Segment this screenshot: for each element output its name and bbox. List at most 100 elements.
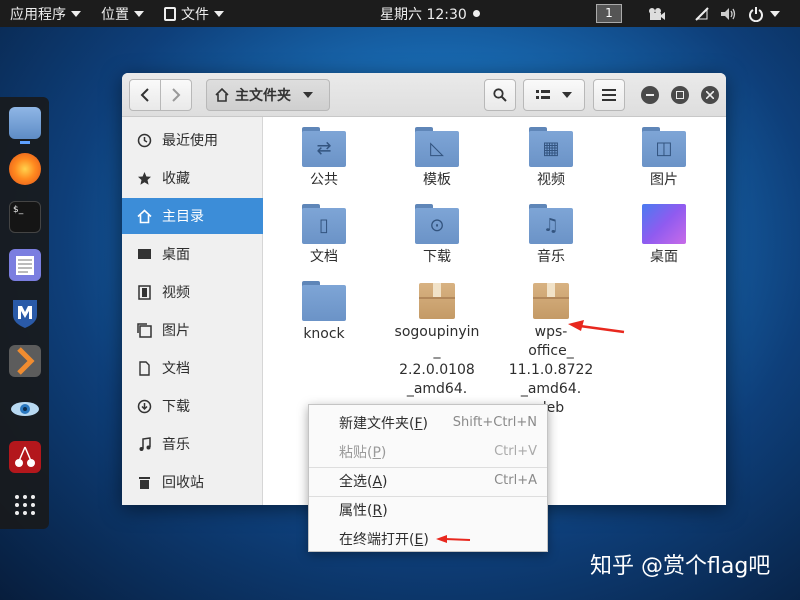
- files-app-icon: [164, 6, 176, 21]
- star-icon: [136, 170, 152, 186]
- menu-item-shortcut: Ctrl+A: [494, 473, 537, 488]
- sidebar-item-downloads[interactable]: 下载: [122, 388, 263, 424]
- annotation-arrow: [568, 320, 625, 334]
- places-menu-label: 位置: [101, 6, 129, 23]
- menu-item-text: 全选(: [339, 473, 373, 490]
- menu-item-label: 属性(R): [339, 502, 388, 519]
- metasploit-icon[interactable]: [9, 297, 41, 329]
- applications-menu[interactable]: 应用程序: [0, 0, 91, 27]
- sidebar-item-trash[interactable]: 回收站: [122, 464, 263, 500]
- header-bar: 主文件夹: [122, 73, 726, 117]
- sidebar-item-videos[interactable]: 视频: [122, 274, 263, 310]
- files-app-menu[interactable]: 文件: [154, 0, 234, 27]
- show-applications-icon[interactable]: [9, 489, 41, 521]
- chevron-down-icon: [71, 10, 81, 17]
- sidebar-item-recent[interactable]: 最近使用: [122, 122, 263, 158]
- menu-item-paste[interactable]: 粘贴(P) Ctrl+V: [309, 437, 547, 466]
- view-options-button[interactable]: [523, 79, 585, 111]
- search-button[interactable]: [484, 79, 516, 111]
- chevron-down-icon: [562, 92, 572, 98]
- sidebar-item-starred[interactable]: 收藏: [122, 160, 263, 196]
- menu-item-text: 属性(: [339, 502, 373, 519]
- maximize-button[interactable]: [671, 86, 689, 104]
- back-button[interactable]: [129, 79, 161, 111]
- menu-item-properties[interactable]: 属性(R): [309, 495, 547, 524]
- film-icon: [136, 284, 152, 300]
- eye-icon[interactable]: [9, 393, 41, 425]
- sidebar-item-home[interactable]: 主目录: [122, 198, 263, 234]
- file-item[interactable]: ⊙ 下载: [387, 204, 487, 267]
- notification-dot-icon: [472, 10, 480, 17]
- running-indicator: [20, 141, 30, 144]
- sidebar: 最近使用 收藏 主目录 桌面 视频 图片 文档 下载 音乐 回收站: [122, 117, 263, 505]
- dock: $_: [0, 97, 49, 529]
- download-icon: [136, 398, 152, 414]
- close-icon: [706, 91, 714, 99]
- minimize-button[interactable]: [641, 86, 659, 104]
- sidebar-item-label: 桌面: [162, 247, 190, 263]
- video-camera-icon[interactable]: [648, 0, 666, 27]
- folder-icon: [302, 281, 346, 321]
- file-name-line: sogoupinyin: [394, 324, 480, 340]
- sidebar-item-label: 视频: [162, 285, 190, 301]
- close-button[interactable]: [701, 86, 719, 104]
- file-item[interactable]: ▦ 视频: [501, 127, 601, 190]
- workspace-indicator[interactable]: 1: [596, 4, 622, 23]
- file-item[interactable]: ▯ 文档: [274, 204, 374, 267]
- file-item[interactable]: ◺ 模板: [387, 127, 487, 190]
- file-item[interactable]: ⇄ 公共: [274, 127, 374, 190]
- template-folder-icon: ◺: [415, 127, 459, 167]
- applications-menu-label: 应用程序: [10, 6, 66, 23]
- path-bar-home[interactable]: 主文件夹: [206, 79, 330, 111]
- image-icon: [136, 322, 152, 338]
- menu-item-mnemonic: P: [372, 444, 381, 461]
- menu-item-new-folder[interactable]: 新建文件夹(F) Shift+Ctrl+N: [309, 408, 547, 437]
- file-name: 文档: [310, 249, 338, 265]
- sidebar-item-music[interactable]: 音乐: [122, 426, 263, 462]
- menu-item-open-in-terminal[interactable]: 在终端打开(E): [309, 524, 547, 553]
- menu-item-mnemonic: F: [414, 415, 423, 432]
- file-name-line: 11.1.0.8722: [508, 362, 594, 378]
- cherrytree-icon[interactable]: [9, 441, 41, 473]
- sidebar-item-pictures[interactable]: 图片: [122, 312, 263, 348]
- menu-item-select-all[interactable]: 全选(A) Ctrl+A: [309, 466, 547, 495]
- clock[interactable]: 星期六 12:30: [380, 0, 480, 27]
- file-item[interactable]: sogoupinyin _ 2.2.0.0108 _amd64.: [387, 281, 487, 399]
- file-item[interactable]: wps- office_ 11.1.0.8722 _amd64. deb: [501, 281, 601, 418]
- file-name: 图片: [650, 172, 678, 188]
- menu-item-text: 新建文件夹(: [339, 415, 415, 432]
- file-item[interactable]: ♫ 音乐: [501, 204, 601, 267]
- file-item[interactable]: ◫ 图片: [614, 127, 714, 190]
- music-icon: [136, 436, 152, 452]
- music-folder-icon: ♫: [529, 204, 573, 244]
- menu-item-label: 新建文件夹(F): [339, 415, 428, 432]
- firefox-icon[interactable]: [9, 153, 41, 185]
- file-name-line: _amd64.: [406, 381, 468, 397]
- file-item[interactable]: knock: [274, 281, 374, 344]
- file-item[interactable]: 桌面: [614, 204, 714, 267]
- share-folder-icon: ⇄: [302, 127, 346, 167]
- burpsuite-icon[interactable]: [9, 345, 41, 377]
- sidebar-item-documents[interactable]: 文档: [122, 350, 263, 386]
- chevron-down-icon: [770, 10, 780, 17]
- sidebar-item-label: 文档: [162, 361, 190, 377]
- sidebar-item-label: 回收站: [162, 475, 204, 491]
- volume-icon[interactable]: [720, 0, 738, 27]
- power-menu[interactable]: [748, 0, 780, 27]
- home-icon: [136, 208, 152, 224]
- clock-icon: [136, 132, 152, 148]
- places-menu[interactable]: 位置: [91, 0, 154, 27]
- text-editor-icon[interactable]: [9, 249, 41, 281]
- sidebar-item-desktop[interactable]: 桌面: [122, 236, 263, 272]
- sidebar-item-label: 下载: [162, 399, 190, 415]
- power-icon: [749, 6, 763, 22]
- terminal-icon[interactable]: $_: [9, 201, 41, 233]
- forward-button[interactable]: [160, 79, 192, 111]
- menu-button[interactable]: [593, 79, 625, 111]
- context-menu: 新建文件夹(F) Shift+Ctrl+N 粘贴(P) Ctrl+V 全选(A)…: [308, 404, 548, 552]
- files-dock-icon[interactable]: [9, 107, 41, 139]
- home-icon: [215, 88, 229, 102]
- trash-icon: [136, 474, 152, 490]
- list-view-icon: [536, 90, 550, 99]
- wireless-icon[interactable]: [694, 0, 710, 27]
